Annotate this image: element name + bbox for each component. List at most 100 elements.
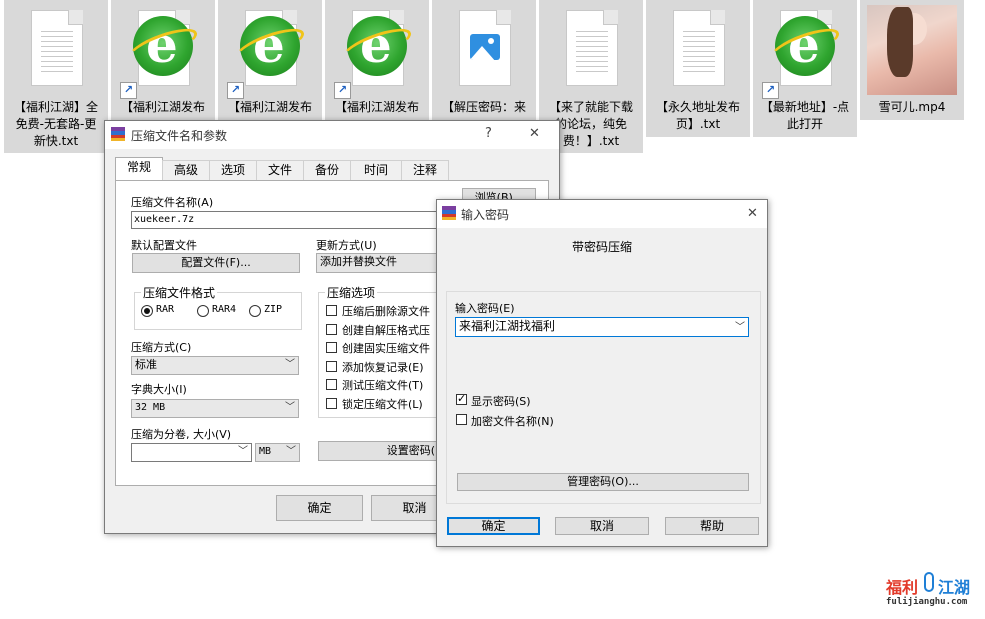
- desktop-file-tile[interactable]: e ↗ 【最新地址】-点 此打开: [753, 0, 857, 137]
- text-line: [683, 71, 715, 72]
- shortcut-arrow-icon: ↗: [120, 82, 137, 99]
- text-line: [576, 41, 608, 42]
- text-line: [576, 51, 608, 52]
- format-rar-radio[interactable]: [141, 305, 153, 317]
- format-zip-radio[interactable]: [249, 305, 261, 317]
- tab-backup[interactable]: 备份: [303, 160, 351, 181]
- file-label-line: 【来了就能下载: [548, 100, 633, 114]
- encrypt-file-names-checkbox[interactable]: [456, 414, 467, 425]
- desktop-file-tile[interactable]: e ↗ 【福利江湖发布: [218, 0, 322, 137]
- compression-method-value: 标准: [135, 358, 157, 371]
- text-line: [41, 46, 73, 47]
- update-mode-select[interactable]: 添加并替换文件: [316, 253, 442, 273]
- text-line: [576, 46, 608, 47]
- profiles-button[interactable]: 配置文件(F)...: [132, 253, 300, 273]
- format-rar4-radio[interactable]: [197, 305, 209, 317]
- tab-time[interactable]: 时间: [350, 160, 402, 181]
- split-unit-value: MB: [259, 446, 272, 457]
- desktop-file-label: 【最新地址】-点 此打开: [755, 99, 855, 133]
- tab-comment[interactable]: 注释: [401, 160, 449, 181]
- tab-options[interactable]: 选项: [209, 160, 257, 181]
- password-input[interactable]: 来福利江湖找福利 ﹀: [455, 317, 749, 337]
- show-password-label[interactable]: 显示密码(S): [471, 393, 531, 409]
- archive-dialog-title: 压缩文件名和参数: [131, 129, 228, 143]
- page-shape: [566, 10, 618, 86]
- text-line: [683, 61, 715, 62]
- internet-explorer-icon: e: [232, 8, 308, 86]
- archive-option-label[interactable]: 添加恢复记录(E): [342, 359, 424, 375]
- watermark-text-right: 江湖: [938, 578, 971, 597]
- archive-option-checkbox[interactable]: [326, 305, 337, 316]
- archive-option-label[interactable]: 锁定压缩文件(L): [342, 396, 423, 412]
- desktop-file-label: 【福利江湖】全 免费-无套路-更 新快.txt: [6, 99, 106, 150]
- desktop-file-tile[interactable]: 【永久地址发布 页】.txt: [646, 0, 750, 137]
- archive-dialog-titlebar[interactable]: 压缩文件名和参数 ? ✕: [105, 121, 559, 149]
- format-zip-label[interactable]: ZIP: [264, 304, 282, 315]
- show-password-checkbox[interactable]: ✓: [456, 392, 467, 405]
- tab-files[interactable]: 文件: [256, 160, 304, 181]
- mountain-glyph: [470, 46, 496, 60]
- compression-method-select[interactable]: 标准 ﹀: [131, 356, 299, 375]
- text-line: [41, 71, 73, 72]
- archive-name-input[interactable]: xuekeer.7z: [131, 211, 441, 229]
- close-icon[interactable]: ✕: [529, 126, 540, 141]
- desktop-file-label: 【福利江湖发布: [113, 99, 213, 116]
- split-unit-select[interactable]: MB ﹀: [255, 443, 300, 462]
- archive-option-label[interactable]: 创建自解压格式压: [342, 322, 430, 338]
- text-line: [683, 36, 715, 37]
- winrar-icon: [111, 127, 125, 141]
- help-icon[interactable]: ?: [485, 126, 492, 141]
- archive-format-group: 压缩文件格式 RAR RAR4 ZIP: [134, 284, 302, 330]
- desktop-file-tile[interactable]: 【解压密码：来: [432, 0, 536, 137]
- text-line: [683, 51, 715, 52]
- dictionary-size-label: 字典大小(I): [131, 383, 187, 396]
- archive-option-checkbox[interactable]: [326, 397, 337, 409]
- set-password-button[interactable]: 设置密码(: [318, 441, 440, 461]
- update-mode-value: 添加并替换文件: [320, 255, 397, 268]
- archive-option-checkbox[interactable]: [326, 360, 337, 372]
- password-cancel-button[interactable]: 取消: [555, 517, 649, 535]
- file-label-line: 【福利江湖发布: [227, 100, 312, 114]
- chevron-down-icon: ﹀: [285, 402, 295, 413]
- archive-ok-button[interactable]: 确定: [276, 495, 363, 521]
- watermark-text-left: 福利: [886, 578, 919, 597]
- text-line: [41, 36, 73, 37]
- password-help-button[interactable]: 帮助: [665, 517, 759, 535]
- hair-shape: [887, 7, 913, 77]
- close-icon[interactable]: ✕: [747, 206, 758, 221]
- text-line: [683, 46, 715, 47]
- organize-passwords-button[interactable]: 管理密码(O)...: [457, 473, 749, 491]
- compression-method-label: 压缩方式(C): [131, 341, 192, 354]
- update-mode-label: 更新方式(U): [316, 239, 377, 252]
- password-dialog-titlebar[interactable]: 输入密码 ✕: [437, 200, 767, 228]
- internet-explorer-icon: e: [339, 8, 415, 86]
- archive-option-label[interactable]: 测试压缩文件(T): [342, 377, 423, 393]
- text-line: [41, 31, 73, 32]
- file-label-line: 【福利江湖发布: [120, 100, 205, 114]
- tab-general[interactable]: 常规: [115, 157, 163, 182]
- file-label-line: 【福利江湖发布: [334, 100, 419, 114]
- dictionary-size-select[interactable]: 32 MB ﹀: [131, 399, 299, 418]
- text-line: [41, 66, 73, 67]
- archive-option-checkbox[interactable]: [326, 323, 337, 335]
- archive-options-group: 压缩选项 压缩后删除源文件 创建自解压格式压 创建固实压缩文件 添加恢复记录(E) 测试…: [318, 284, 444, 418]
- text-line: [41, 41, 73, 42]
- desktop-file-tile[interactable]: e ↗ 【福利江湖发布: [325, 0, 429, 137]
- chevron-down-icon: ﹀: [238, 446, 248, 457]
- archive-option-label[interactable]: 创建固实压缩文件: [342, 340, 430, 356]
- password-ok-button[interactable]: 确定: [447, 517, 540, 535]
- desktop-file-label: 【永久地址发布 页】.txt: [648, 99, 748, 133]
- watermark-logo: 福利 江湖 fulijianghu.com: [884, 572, 980, 612]
- archive-option-label[interactable]: 压缩后删除源文件: [342, 303, 430, 319]
- split-volume-input[interactable]: ﹀: [131, 443, 252, 462]
- desktop-file-tile[interactable]: e ↗ 【福利江湖发布: [111, 0, 215, 137]
- desktop-file-tile[interactable]: 【福利江湖】全 免费-无套路-更 新快.txt: [4, 0, 108, 153]
- encrypt-file-names-label[interactable]: 加密文件名称(N): [471, 413, 554, 429]
- format-rar-label[interactable]: RAR: [156, 304, 174, 315]
- format-rar4-label[interactable]: RAR4: [212, 304, 236, 315]
- desktop-file-tile[interactable]: 雪可儿.mp4: [860, 0, 964, 120]
- archive-option-checkbox[interactable]: [326, 379, 337, 390]
- archive-option-checkbox[interactable]: [326, 342, 337, 353]
- tab-advanced[interactable]: 高级: [162, 160, 210, 181]
- text-line: [41, 61, 73, 62]
